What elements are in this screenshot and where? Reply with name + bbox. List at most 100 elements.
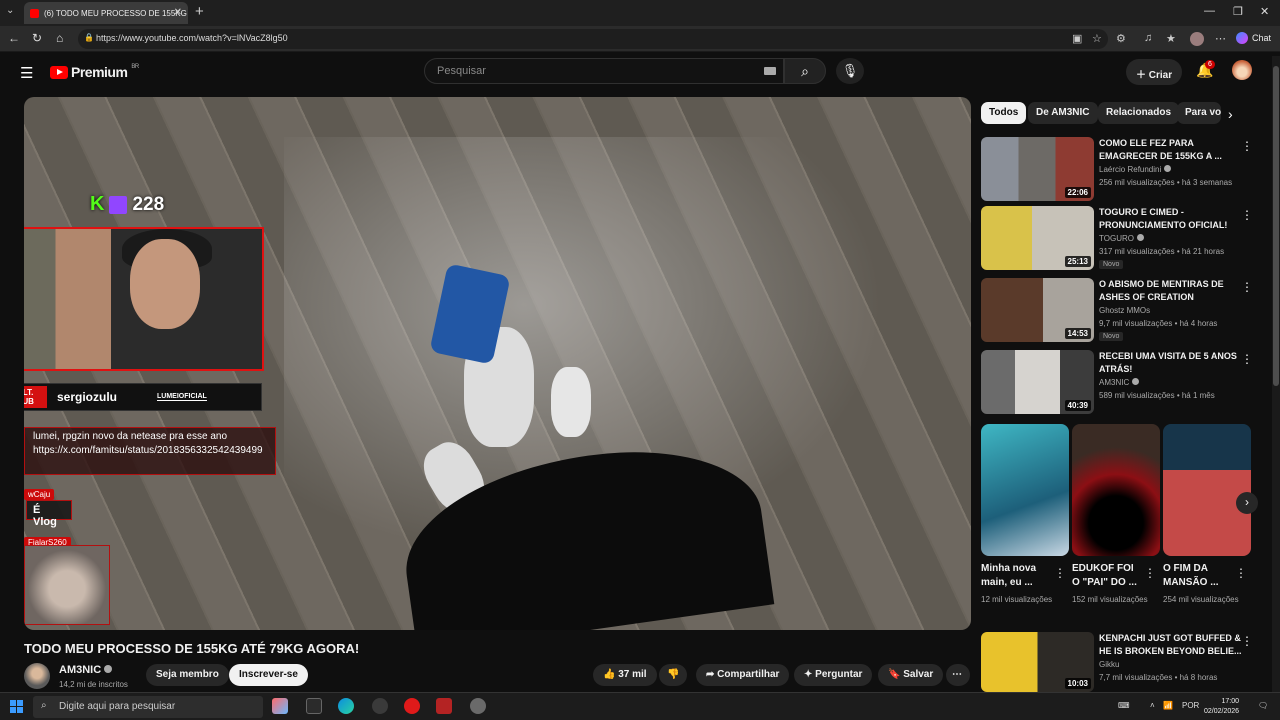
join-button[interactable]: Seja membro	[146, 664, 229, 686]
split-screen-icon[interactable]: ▣	[1072, 32, 1082, 45]
video-thumbnail[interactable]: 25:13	[981, 206, 1094, 270]
scrollbar-thumb[interactable]	[1273, 66, 1279, 386]
shorts-next-button[interactable]: ›	[1236, 492, 1258, 514]
more-vert-icon[interactable]: ⋮	[1241, 280, 1253, 294]
menu-icon[interactable]: ☰	[20, 64, 33, 82]
video-player[interactable]: K 228 ULT. SUB sergiozulu LUMEIOFICIAL l…	[24, 97, 971, 630]
keyboard-icon[interactable]	[764, 67, 776, 75]
youtube-favicon-icon	[30, 8, 39, 18]
new-tab-icon[interactable]: +	[195, 3, 204, 20]
steam-icon[interactable]	[372, 698, 388, 714]
search-input[interactable]: Pesquisar	[424, 58, 784, 84]
ask-button[interactable]: ✦ Perguntar	[794, 664, 873, 686]
media-icon[interactable]: ♫	[1144, 32, 1152, 44]
recommendation-item[interactable]: 14:53 O ABISMO DE MENTIRAS DE ASHES OF C…	[981, 278, 1271, 342]
lang-indicator[interactable]: POR	[1182, 701, 1199, 710]
more-actions-button[interactable]: ⋯	[946, 664, 970, 686]
keyboard-tray-icon[interactable]: ⌨	[1118, 701, 1130, 710]
video-duration: 40:39	[1064, 400, 1091, 411]
notification-center-icon[interactable]: 🗨	[1258, 701, 1268, 710]
rec-title[interactable]: RECEBI UMA VISITA DE 5 ANOS ATRÁS!	[1099, 350, 1249, 376]
rec-meta: 589 mil visualizações • há 1 mês	[1099, 391, 1215, 400]
recording-app-icon[interactable]	[436, 698, 452, 714]
network-icon[interactable]: 📶	[1163, 701, 1173, 710]
home-icon[interactable]: ⌂	[56, 31, 63, 45]
voice-search-button[interactable]: 🎙	[836, 58, 864, 84]
more-menu-icon[interactable]: ⋯	[1215, 32, 1226, 45]
channel-avatar[interactable]	[24, 663, 50, 689]
tab-title: (6) TODO MEU PROCESSO DE 155KG	[44, 8, 187, 18]
more-vert-icon[interactable]: ⋮	[1241, 634, 1253, 648]
short-thumbnail[interactable]	[981, 424, 1069, 556]
shoe-image	[551, 367, 591, 437]
more-vert-icon[interactable]: ⋮	[1054, 566, 1066, 580]
rec-title[interactable]: COMO ELE FEZ PARA EMAGRECER DE 155KG A .…	[1099, 137, 1249, 163]
rec-channel: Ghostz MMOs	[1099, 306, 1150, 315]
save-button[interactable]: 🔖 Salvar	[878, 664, 944, 686]
windows-start-icon[interactable]	[10, 700, 23, 713]
youtube-app-icon[interactable]	[404, 698, 420, 714]
short-thumbnail[interactable]	[1072, 424, 1160, 556]
page-scrollbar[interactable]	[1272, 56, 1280, 692]
chip-de-am3nic[interactable]: De AM3NIC	[1028, 102, 1098, 124]
system-clock[interactable]: 17:00 02/02/2026	[1204, 697, 1239, 717]
task-view-icon[interactable]	[306, 698, 322, 714]
more-vert-icon[interactable]: ⋮	[1241, 208, 1253, 222]
subscribe-button[interactable]: Inscrever-se	[229, 664, 308, 686]
video-thumbnail[interactable]: 10:03	[981, 632, 1094, 692]
reload-icon[interactable]: ↻	[32, 31, 42, 45]
search-button[interactable]: ⌕	[784, 58, 826, 84]
like-button[interactable]: 👍 37 mil	[593, 664, 657, 686]
recommendation-item[interactable]: 10:03 KENPACHI JUST GOT BUFFED & HE IS B…	[981, 632, 1271, 692]
shield-app-icon[interactable]	[470, 698, 486, 714]
copilot-chat-button[interactable]: Chat	[1236, 32, 1271, 44]
video-thumbnail[interactable]: 22:06	[981, 137, 1094, 201]
url-field[interactable]: 🔒 https://www.youtube.com/watch?v=lNVacZ…	[78, 29, 1108, 49]
recommendation-item[interactable]: 22:06 COMO ELE FEZ PARA EMAGRECER DE 155…	[981, 137, 1271, 201]
short-thumbnail[interactable]	[1163, 424, 1251, 556]
short-title[interactable]: EDUKOF FOI O "PAI" DO ...	[1072, 562, 1142, 590]
favorite-star-icon[interactable]: ☆	[1092, 32, 1102, 45]
short-title[interactable]: Minha nova main, eu ...	[981, 562, 1051, 590]
close-tab-icon[interactable]: ✕	[174, 7, 182, 18]
show-hidden-icons[interactable]: ˄	[1150, 701, 1155, 710]
minimize-icon[interactable]: —	[1204, 5, 1215, 17]
back-icon[interactable]: ←	[8, 31, 20, 45]
close-window-icon[interactable]: ✕	[1260, 5, 1269, 18]
edge-icon[interactable]	[338, 698, 354, 714]
browser-tab-youtube[interactable]: (6) TODO MEU PROCESSO DE 155KG ✕	[24, 2, 188, 24]
maximize-icon[interactable]: ❐	[1233, 5, 1243, 18]
chip-todos[interactable]: Todos	[981, 102, 1027, 124]
streamer-face	[130, 239, 200, 329]
chip-para-voce[interactable]: Para você	[1177, 102, 1221, 124]
channel-name[interactable]: AM3NIC	[59, 664, 113, 676]
video-thumbnail[interactable]: 40:39	[981, 350, 1094, 414]
profile-avatar-icon[interactable]	[1190, 32, 1204, 46]
chip-relacionados[interactable]: Relacionados	[1098, 102, 1180, 124]
create-button[interactable]: ＋ Criar	[1126, 59, 1183, 85]
more-vert-icon[interactable]: ⋮	[1235, 566, 1247, 580]
more-vert-icon[interactable]: ⋮	[1144, 566, 1156, 580]
chevron-right-icon[interactable]: ›	[1228, 106, 1233, 122]
more-vert-icon[interactable]: ⋮	[1241, 139, 1253, 153]
more-vert-icon[interactable]: ⋮	[1241, 352, 1253, 366]
dislike-button[interactable]: 👎	[659, 664, 687, 686]
taskbar-search[interactable]: ⌕ Digite aqui para pesquisar	[33, 696, 263, 718]
verified-icon	[1164, 165, 1172, 172]
video-thumbnail[interactable]: 14:53	[981, 278, 1094, 342]
notification-count-badge: 6	[1205, 60, 1215, 69]
tab-actions-icon[interactable]: ⌄	[6, 5, 14, 16]
extensions-icon[interactable]: ⚙	[1116, 32, 1126, 45]
rec-title[interactable]: KENPACHI JUST GOT BUFFED & HE IS BROKEN …	[1099, 632, 1249, 658]
youtube-premium-logo[interactable]: Premium BR	[50, 64, 139, 80]
rec-title[interactable]: TOGURO E CIMED - PRONUNCIAMENTO OFICIAL!	[1099, 206, 1249, 232]
share-icon: ➦	[706, 669, 718, 680]
rec-title[interactable]: O ABISMO DE MENTIRAS DE ASHES OF CREATIO…	[1099, 278, 1249, 304]
copilot-app-icon[interactable]	[272, 698, 288, 714]
account-avatar[interactable]	[1232, 60, 1252, 80]
recommendation-item[interactable]: 25:13 TOGURO E CIMED - PRONUNCIAMENTO OF…	[981, 206, 1271, 270]
share-button[interactable]: ➦ Compartilhar	[696, 664, 790, 686]
recommendation-item[interactable]: 40:39 RECEBI UMA VISITA DE 5 ANOS ATRÁS!…	[981, 350, 1271, 414]
short-title[interactable]: O FIM DA MANSÃO ...	[1163, 562, 1233, 590]
favorites-icon[interactable]: ★	[1166, 32, 1176, 45]
